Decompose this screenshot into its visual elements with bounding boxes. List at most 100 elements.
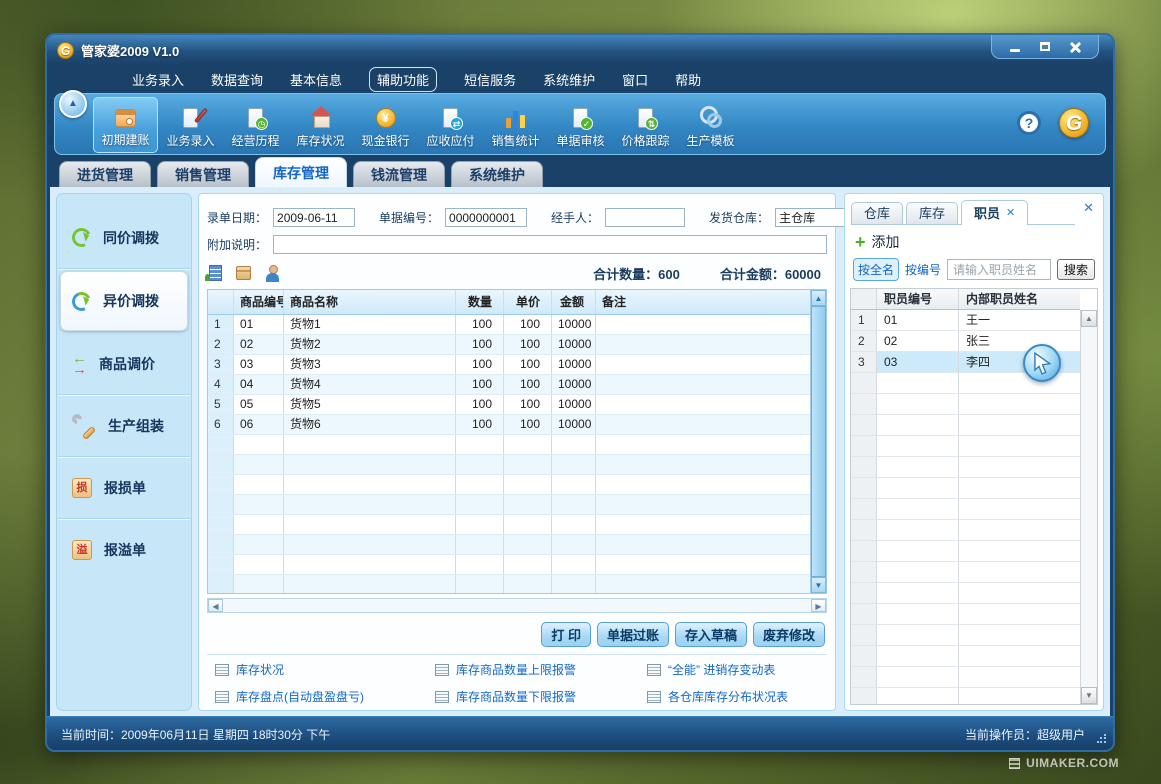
staff-row-empty[interactable] — [851, 478, 1080, 499]
table-row[interactable]: 4 04 货物4 100 100 10000 — [208, 375, 810, 395]
search-button[interactable]: 搜索 — [1057, 259, 1095, 280]
tab-cashflow-management[interactable]: 钱流管理 — [353, 161, 445, 187]
table-row-empty[interactable] — [208, 515, 810, 535]
table-row-empty[interactable] — [208, 555, 810, 575]
table-row[interactable]: 2 02 货物2 100 100 10000 — [208, 335, 810, 355]
staff-row-empty[interactable] — [851, 688, 1080, 704]
staff-row-empty[interactable] — [851, 457, 1080, 478]
minimize-button[interactable] — [1002, 38, 1028, 55]
table-row[interactable]: 6 06 货物6 100 100 10000 — [208, 415, 810, 435]
table-row[interactable]: 3 03 货物3 100 100 10000 — [208, 355, 810, 375]
filter-by-name-toggle[interactable]: 按全名 — [853, 258, 899, 281]
staff-row-empty[interactable] — [851, 394, 1080, 415]
staff-row[interactable]: 1 01 王一 — [851, 310, 1080, 331]
horizontal-scrollbar[interactable]: ◀ ▶ — [207, 598, 827, 613]
discard-changes-button[interactable]: 废弃修改 — [753, 622, 825, 647]
staff-row-empty[interactable] — [851, 499, 1080, 520]
sidebar-item-goods-repricing[interactable]: ←→ 商品调价 — [58, 333, 190, 395]
add-staff-button[interactable]: + 添加 — [855, 232, 900, 252]
toolbar-item-production-template[interactable]: 生产模板 — [678, 97, 743, 153]
menu-item-basic-info[interactable]: 基本信息 — [290, 70, 342, 89]
sidebar-item-overflow-report[interactable]: 溢 报溢单 — [58, 519, 190, 581]
staff-row-empty[interactable] — [851, 562, 1080, 583]
staff-row-empty[interactable] — [851, 604, 1080, 625]
link-inventory-status[interactable]: 库存状况 — [215, 661, 435, 678]
menu-item-data-query[interactable]: 数据查询 — [211, 70, 263, 89]
menu-item-business-entry[interactable]: 业务录入 — [132, 70, 184, 89]
tab-system-maintenance[interactable]: 系统维护 — [451, 161, 543, 187]
scroll-right-icon[interactable]: ▶ — [811, 599, 826, 612]
tab-inventory-management[interactable]: 库存管理 — [255, 157, 347, 187]
panel-close-icon[interactable]: ✕ — [1083, 200, 1094, 216]
toolbar-item-inventory-status[interactable]: 库存状况 — [288, 97, 353, 153]
scroll-down-icon[interactable]: ▼ — [811, 577, 826, 593]
staff-row-empty[interactable] — [851, 625, 1080, 646]
staff-row-empty[interactable] — [851, 646, 1080, 667]
link-allround-change-report[interactable]: “全能” 进销存变动表 — [647, 661, 827, 678]
menu-item-sms-service[interactable]: 短信服务 — [464, 70, 516, 89]
warehouse-select-icon[interactable] — [209, 265, 222, 281]
link-stocktake[interactable]: 库存盘点(自动盘盈盘亏) — [215, 688, 435, 705]
menu-item-system-maintenance[interactable]: 系统维护 — [543, 70, 595, 89]
table-row[interactable]: 5 05 货物5 100 100 10000 — [208, 395, 810, 415]
scroll-up-icon[interactable]: ▲ — [811, 290, 826, 306]
table-row-empty[interactable] — [208, 475, 810, 495]
maximize-button[interactable] — [1032, 38, 1058, 55]
resize-grip-icon[interactable] — [1097, 734, 1107, 744]
help-icon[interactable]: ? — [1017, 111, 1041, 135]
lookup-tab-inventory[interactable]: 库存 — [906, 202, 958, 224]
toolbar-item-initial-setup[interactable]: 初期建账 — [93, 97, 158, 153]
table-row-empty[interactable] — [208, 495, 810, 515]
save-draft-button[interactable]: 存入草稿 — [675, 622, 747, 647]
date-input[interactable] — [273, 208, 355, 227]
tab-sales-management[interactable]: 销售管理 — [157, 161, 249, 187]
link-lower-limit-alert[interactable]: 库存商品数量下限报警 — [435, 688, 647, 705]
staff-row-empty[interactable] — [851, 436, 1080, 457]
tab-close-icon[interactable]: ✕ — [1006, 203, 1015, 224]
staff-row-empty[interactable] — [851, 667, 1080, 688]
scroll-up-icon[interactable]: ▲ — [1081, 310, 1097, 327]
goods-select-icon[interactable] — [236, 266, 251, 280]
staff-search-input[interactable] — [947, 259, 1051, 280]
menu-item-help[interactable]: 帮助 — [675, 70, 701, 89]
toolbar-item-document-audit[interactable]: ✓ 单据审核 — [548, 97, 613, 153]
staff-row-empty[interactable] — [851, 415, 1080, 436]
toolbar-item-business-history[interactable]: ◷ 经营历程 — [223, 97, 288, 153]
scroll-down-icon[interactable]: ▼ — [1081, 687, 1097, 704]
toolbar-item-receivable-payable[interactable]: ⇄ 应收应付 — [418, 97, 483, 153]
handler-input[interactable] — [605, 208, 685, 227]
menu-item-window[interactable]: 窗口 — [622, 70, 648, 89]
print-button[interactable]: 打 印 — [541, 622, 591, 647]
staff-row-empty[interactable] — [851, 583, 1080, 604]
filter-by-code-toggle[interactable]: 按编号 — [905, 261, 941, 278]
lookup-tab-warehouse[interactable]: 仓库 — [851, 202, 903, 224]
doc-no-input[interactable] — [445, 208, 527, 227]
scrollbar-thumb[interactable] — [811, 306, 826, 577]
note-input[interactable] — [273, 235, 827, 254]
close-button[interactable] — [1062, 38, 1088, 55]
table-row-empty[interactable] — [208, 575, 810, 593]
toolbar-item-business-entry[interactable]: 业务录入 — [158, 97, 223, 153]
scroll-left-icon[interactable]: ◀ — [208, 599, 223, 612]
menu-item-aux-functions[interactable]: 辅助功能 — [369, 67, 437, 92]
staff-row-empty[interactable] — [851, 541, 1080, 562]
sidebar-item-same-price-transfer[interactable]: 同价调拨 — [58, 207, 190, 269]
table-row[interactable]: 1 01 货物1 100 100 10000 — [208, 315, 810, 335]
table-row-empty[interactable] — [208, 455, 810, 475]
sidebar-item-loss-report[interactable]: 损 报损单 — [58, 457, 190, 519]
collapse-toolbar-button[interactable]: ▲ — [59, 90, 87, 118]
table-row-empty[interactable] — [208, 535, 810, 555]
tab-purchase-management[interactable]: 进货管理 — [59, 161, 151, 187]
link-warehouse-distribution[interactable]: 各仓库库存分布状况表 — [647, 688, 827, 705]
post-document-button[interactable]: 单据过账 — [597, 622, 669, 647]
staff-select-icon[interactable] — [265, 265, 280, 282]
link-upper-limit-alert[interactable]: 库存商品数量上限报警 — [435, 661, 647, 678]
table-row-empty[interactable] — [208, 435, 810, 455]
toolbar-item-price-tracking[interactable]: ⇅ 价格跟踪 — [613, 97, 678, 153]
toolbar-item-sales-statistics[interactable]: 销售统计 — [483, 97, 548, 153]
toolbar-item-cash-bank[interactable]: ¥ 现金银行 — [353, 97, 418, 153]
lookup-tab-staff[interactable]: 职员✕ — [961, 200, 1028, 225]
sidebar-item-diff-price-transfer[interactable]: 异价调拨 — [60, 271, 188, 331]
staff-row-empty[interactable] — [851, 520, 1080, 541]
sidebar-item-production-assembly[interactable]: 生产组装 — [58, 395, 190, 457]
